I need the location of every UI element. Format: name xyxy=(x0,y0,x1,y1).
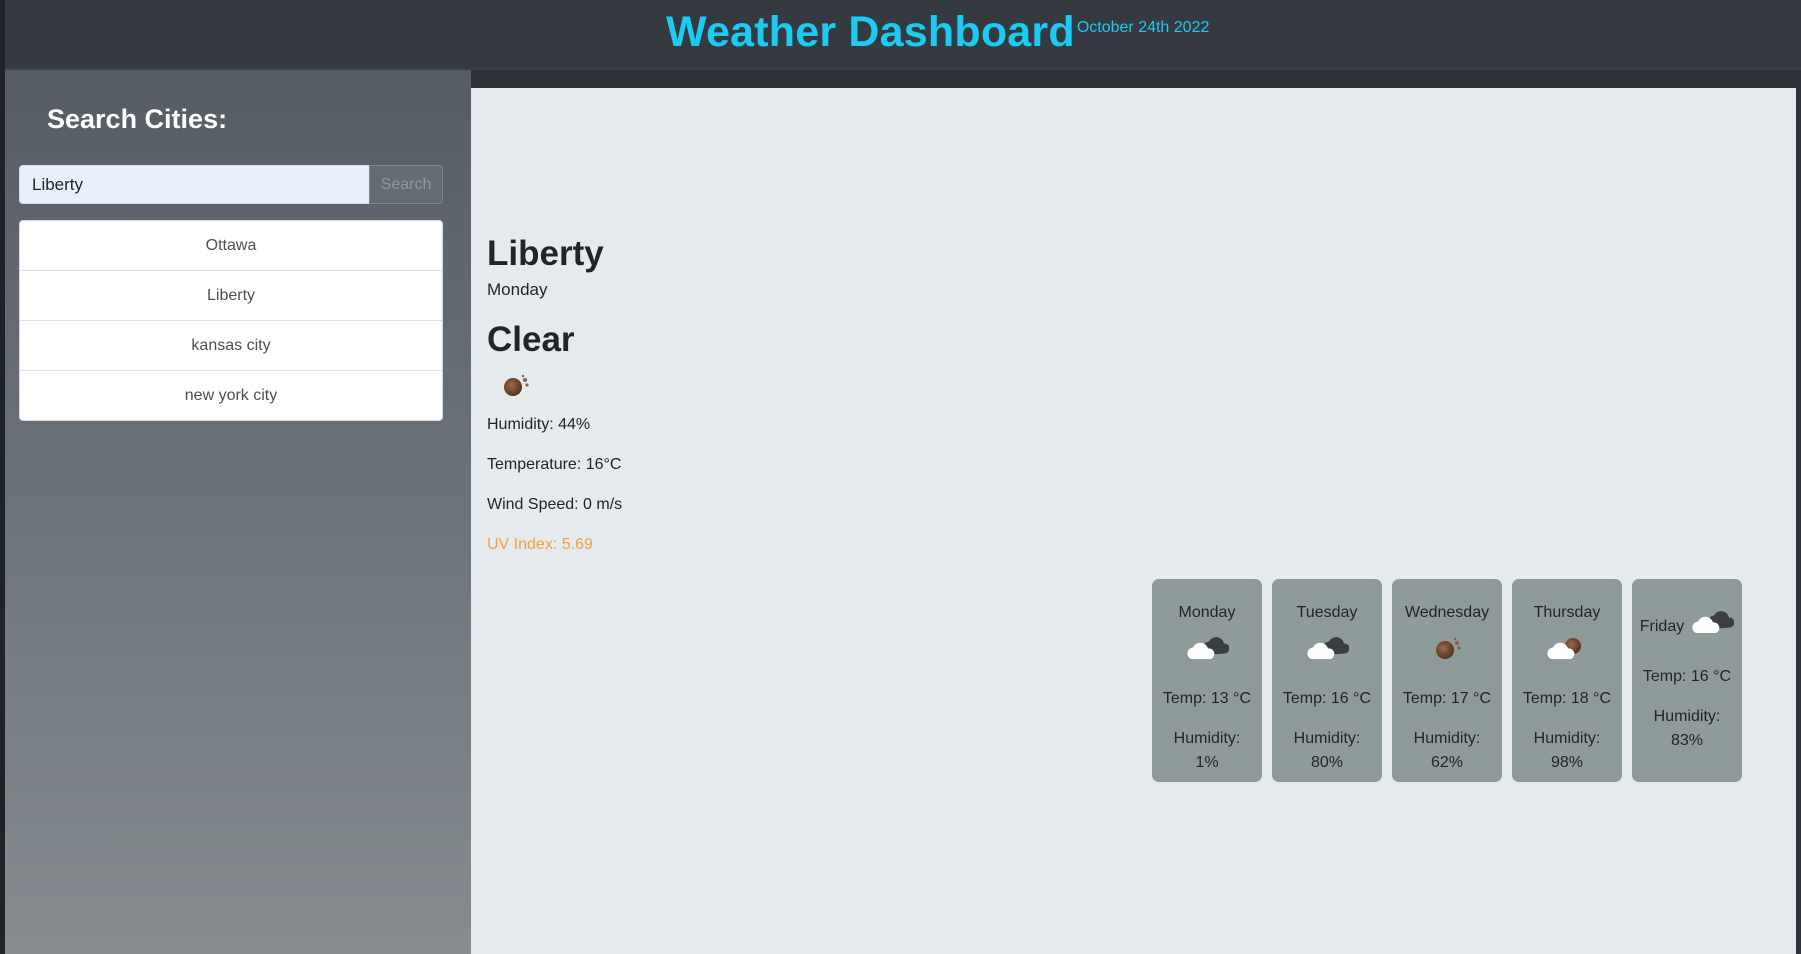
partly-cloudy-icon xyxy=(1512,635,1622,671)
forecast-humidity: Humidity: 62% xyxy=(1413,730,1481,771)
forecast-humidity: Humidity: 98% xyxy=(1533,730,1601,771)
search-input[interactable] xyxy=(19,165,369,204)
sidebar: Search Cities: Search Ottawa Liberty kan… xyxy=(5,70,471,954)
city-item-kansas-city[interactable]: kansas city xyxy=(20,321,442,371)
current-humidity: Humidity: 44% xyxy=(487,416,591,433)
forecast-temp: Temp: 17 °C xyxy=(1402,690,1492,707)
forecast-card-thursday: Thursday Temp: 18 °C Humidity: 98% xyxy=(1512,579,1622,782)
forecast-day: Tuesday xyxy=(1296,604,1358,621)
cloudy-icon xyxy=(1272,635,1382,671)
forecast-card-tuesday: Tuesday Temp: 16 °C Humidity: 80% xyxy=(1272,579,1382,782)
forecast-temp: Temp: 16 °C xyxy=(1642,668,1732,685)
forecast-humidity: Humidity: 80% xyxy=(1293,730,1361,771)
forecast-temp: Temp: 18 °C xyxy=(1522,690,1612,707)
page-title: Weather Dashboard xyxy=(666,8,1075,56)
current-wind-speed: Wind Speed: 0 m/s xyxy=(487,496,623,513)
cloudy-icon xyxy=(1152,635,1262,671)
city-history-list: Ottawa Liberty kansas city new york city xyxy=(19,220,443,421)
brand: Weather Dashboard October 24th 2022 xyxy=(666,8,1209,56)
city-item-new-york-city[interactable]: new york city xyxy=(20,371,442,420)
forecast-card-wednesday: Wednesday Temp: 17 °C Humidity: 62% xyxy=(1392,579,1502,782)
forecast-day: Friday xyxy=(1639,618,1685,635)
forecast-humidity: Humidity: 83% xyxy=(1653,708,1721,749)
forecast-card-friday: Friday Temp: 16 °C Humidity: 83% xyxy=(1632,579,1742,782)
app-header: Weather Dashboard October 24th 2022 xyxy=(5,0,1801,70)
forecast-day: Monday xyxy=(1178,604,1236,621)
clear-night-icon xyxy=(1392,635,1502,671)
forecast-humidity: Humidity: 1% xyxy=(1173,730,1241,771)
forecast-header: Friday xyxy=(1632,609,1742,645)
five-day-forecast: Monday Temp: 13 °C Humidity: 1% Tuesday … xyxy=(1152,579,1742,782)
clear-night-icon xyxy=(501,372,531,403)
forecast-day: Wednesday xyxy=(1404,604,1490,621)
cloudy-icon xyxy=(1690,609,1735,645)
current-day: Monday xyxy=(487,280,548,299)
current-uv-index: UV Index: 5.69 xyxy=(487,536,593,553)
sidebar-heading: Search Cities: xyxy=(47,104,228,134)
forecast-temp: Temp: 13 °C xyxy=(1162,690,1252,707)
search-row: Search xyxy=(19,165,443,204)
current-temperature: Temperature: 16°C xyxy=(487,456,622,473)
search-button[interactable]: Search xyxy=(369,165,443,204)
current-date: October 24th 2022 xyxy=(1076,19,1210,36)
weather-panel: Liberty Monday Clear Humidity: 44% Tempe… xyxy=(471,88,1796,954)
forecast-card-monday: Monday Temp: 13 °C Humidity: 1% xyxy=(1152,579,1262,782)
city-item-liberty[interactable]: Liberty xyxy=(20,271,442,321)
current-condition: Clear xyxy=(487,320,575,359)
forecast-day: Thursday xyxy=(1533,604,1601,621)
city-item-ottawa[interactable]: Ottawa xyxy=(20,221,442,271)
forecast-temp: Temp: 16 °C xyxy=(1282,690,1372,707)
current-city-name: Liberty xyxy=(487,234,604,273)
